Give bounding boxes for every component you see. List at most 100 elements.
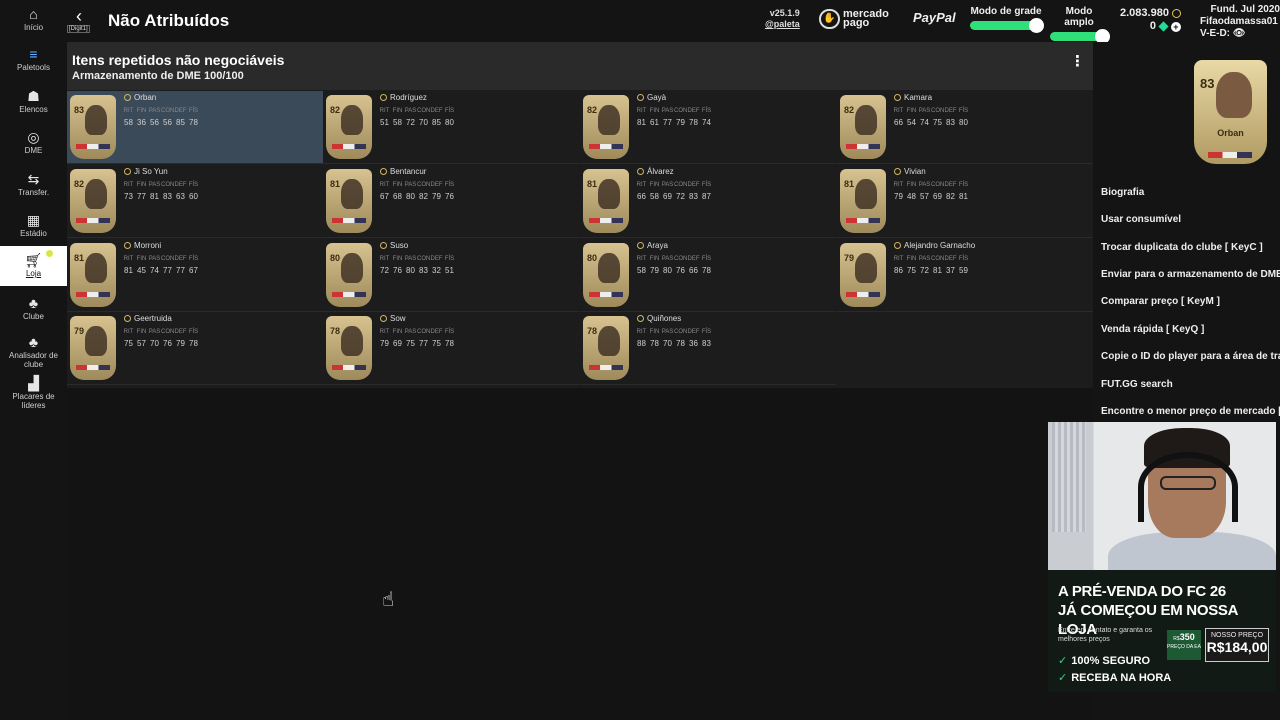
stat-label: CON <box>161 256 175 262</box>
selected-player-card[interactable]: 83 Orban <box>1194 60 1267 164</box>
player-name-row: Alejandro Garnacho <box>894 241 975 250</box>
player-item[interactable]: 82 Gayà RIT FIN PAS CON DEF FÍS 81 61 77 79 78 74 <box>580 91 836 164</box>
player-card: 82 <box>583 95 629 159</box>
menu-copy-player-id[interactable]: Copie o ID do player para a área de tran… <box>1101 351 1280 362</box>
add-points-icon[interactable]: + <box>1170 21 1181 32</box>
stat-labels: RIT FIN PAS CON DEF FÍS <box>122 329 200 335</box>
nav-home[interactable]: ⌂ Início <box>0 6 67 38</box>
more-options-icon[interactable]: ⋮ <box>1070 52 1085 70</box>
club-analyzer-icon: ♣ <box>28 334 39 350</box>
player-item[interactable]: 79 Alejandro Garnacho RIT FIN PAS CON DEF FÍS… <box>837 239 1093 312</box>
nav-sbc[interactable]: ◎ DME <box>0 129 67 161</box>
nav-label: DME <box>24 146 43 155</box>
chemistry-icon <box>894 94 901 101</box>
menu-send-to-sbc-storage[interactable]: Enviar para o armazenamento de DME <box>1101 269 1280 280</box>
nav-club-analyzer[interactable]: ♣ Analisador de clube <box>0 334 67 372</box>
stat-value: 66 <box>689 266 698 275</box>
player-portrait <box>341 179 363 209</box>
player-item[interactable]: 82 Rodríguez RIT FIN PAS CON DEF FÍS 51 58 72 70… <box>323 91 579 164</box>
player-item[interactable]: 83 Orban RIT FIN PAS CON DEF FÍS 58 36 56 56 85 78 <box>67 91 323 164</box>
player-item[interactable]: 81 Vivian RIT FIN PAS CON DEF FÍS 79 48 57 69 82 8… <box>837 165 1093 238</box>
eye-icon[interactable]: 👁︎ <box>1233 28 1246 39</box>
grid-mode-toggle[interactable]: Modo de grade <box>970 6 1044 33</box>
menu-swap-duplicate[interactable]: Trocar duplicata do clube [ KeyC ] <box>1101 242 1280 253</box>
nav-transfers[interactable]: ⇆ Transfer. <box>0 171 67 203</box>
player-item[interactable]: 81 Morroni RIT FIN PAS CON DEF FÍS 81 45 74 77 77… <box>67 239 323 312</box>
player-item[interactable]: 80 Suso RIT FIN PAS CON DEF FÍS 72 76 80 83 32 51 <box>323 239 579 312</box>
stat-label: DEF <box>174 108 187 114</box>
player-item[interactable]: 81 Bentancur RIT FIN PAS CON DEF FÍS 67 68 80 82… <box>323 165 579 238</box>
player-name-row: Quiñones <box>637 314 681 323</box>
stat-label: RIT <box>379 329 390 335</box>
stat-values: 88 78 70 78 36 83 <box>635 339 713 348</box>
player-item[interactable]: 80 Araya RIT FIN PAS CON DEF FÍS 58 79 80 76 66 78 <box>580 239 836 312</box>
stat-labels: RIT FIN PAS CON DEF FÍS <box>892 256 970 262</box>
card-flags <box>1208 152 1252 158</box>
menu-quick-sell[interactable]: Venda rápida [ KeyQ ] <box>1101 324 1280 335</box>
back-button[interactable]: ‹ <box>67 6 91 27</box>
stat-value: 78 <box>445 339 454 348</box>
chemistry-icon <box>380 94 387 101</box>
player-item[interactable]: 78 Quiñones RIT FIN PAS CON DEF FÍS 88 78 70 78 3… <box>580 312 836 385</box>
stat-label: RIT <box>123 256 134 262</box>
wide-mode-switch[interactable] <box>1050 29 1110 44</box>
card-flags <box>332 292 366 297</box>
nav-paletools[interactable]: ≡ Paletools <box>0 46 67 78</box>
stat-labels: RIT FIN PAS CON DEF FÍS <box>122 256 200 262</box>
stat-label: FÍS <box>188 108 199 114</box>
stat-value: 58 <box>637 266 646 275</box>
stat-label: PAS <box>661 182 674 188</box>
ea-price-value: 350 <box>1179 632 1195 642</box>
coins-row: 2.083.980 <box>1120 7 1181 20</box>
nav-leaderboards[interactable]: ▟ Placares de líderes <box>0 375 67 413</box>
menu-use-consumable[interactable]: Usar consumível <box>1101 214 1280 225</box>
menu-biography[interactable]: Biografia <box>1101 187 1280 198</box>
stat-value: 83 <box>702 339 711 348</box>
nav-club[interactable]: ♣ Clube <box>0 295 67 327</box>
player-item[interactable]: 78 Sow RIT FIN PAS CON DEF FÍS 79 69 75 77 75 78 <box>323 312 579 385</box>
player-item[interactable]: 81 Álvarez RIT FIN PAS CON DEF FÍS 66 58 69 72 83… <box>580 165 836 238</box>
handle-link[interactable]: @paleta <box>765 19 800 30</box>
stat-value: 80 <box>406 266 415 275</box>
stat-value: 79 <box>432 192 441 201</box>
player-name-row: Rodríguez <box>380 93 427 102</box>
grid-mode-switch[interactable] <box>970 18 1044 33</box>
stat-label: PAS <box>148 182 161 188</box>
leaderboard-icon: ▟ <box>28 375 39 391</box>
stat-value: 56 <box>163 118 172 127</box>
stat-value: 81 <box>637 118 646 127</box>
nav-squads[interactable]: ☗ Elencos <box>0 88 67 120</box>
stat-value: 75 <box>933 118 942 127</box>
stat-label: RIT <box>636 182 647 188</box>
paypal-logo[interactable]: PayPal <box>913 10 956 25</box>
webcam-overlay <box>1048 422 1276 570</box>
stat-label: FÍS <box>701 108 712 114</box>
card-flags <box>76 218 110 223</box>
nav-label: Placares de líderes <box>12 392 55 410</box>
player-item[interactable]: 82 Kamara RIT FIN PAS CON DEF FÍS 66 54 74 75 83 8… <box>837 91 1093 164</box>
nav-stadium[interactable]: ▦ Estádio <box>0 212 67 244</box>
stat-value: 70 <box>663 339 672 348</box>
our-price-label: NOSSO PREÇO <box>1210 632 1264 639</box>
stat-label: FÍS <box>701 256 712 262</box>
nav-label: Analisador de clube <box>9 351 58 369</box>
store-ad-banner[interactable]: A PRÉ-VENDA DO FC 26 JÁ COMEÇOU EM NOSSA… <box>1048 570 1276 692</box>
stat-label: FÍS <box>701 329 712 335</box>
player-item[interactable]: 82 Ji So Yun RIT FIN PAS CON DEF FÍS 73 77 81 83… <box>67 165 323 238</box>
stat-label: FÍS <box>958 108 969 114</box>
player-item[interactable]: 79 Geertruida RIT FIN PAS CON DEF FÍS 75 57 70 7… <box>67 312 323 385</box>
stat-labels: RIT FIN PAS CON DEF FÍS <box>635 256 713 262</box>
nav-store[interactable]: 🛒︎ Loja <box>0 246 67 286</box>
top-bar: ‹ [Digit1] Não Atribuídos v25.1.9 @palet… <box>67 0 1280 44</box>
player-card: 82 <box>70 169 116 233</box>
stat-label: PAS <box>918 256 931 262</box>
wide-mode-toggle[interactable]: Modo amplo <box>1050 6 1110 44</box>
menu-find-lowest-price[interactable]: Encontre o menor preço de mercado [ Ke <box>1101 406 1280 417</box>
card-flags <box>76 144 110 149</box>
menu-futgg-search[interactable]: FUT.GG search <box>1101 379 1280 390</box>
mercado-pago-logo[interactable]: ✋ mercado pago <box>819 8 901 30</box>
player-name-row: Kamara <box>894 93 932 102</box>
stat-value: 81 <box>150 192 159 201</box>
menu-compare-price[interactable]: Comparar preço [ KeyM ] <box>1101 296 1280 307</box>
stat-label: FIN <box>649 329 660 335</box>
